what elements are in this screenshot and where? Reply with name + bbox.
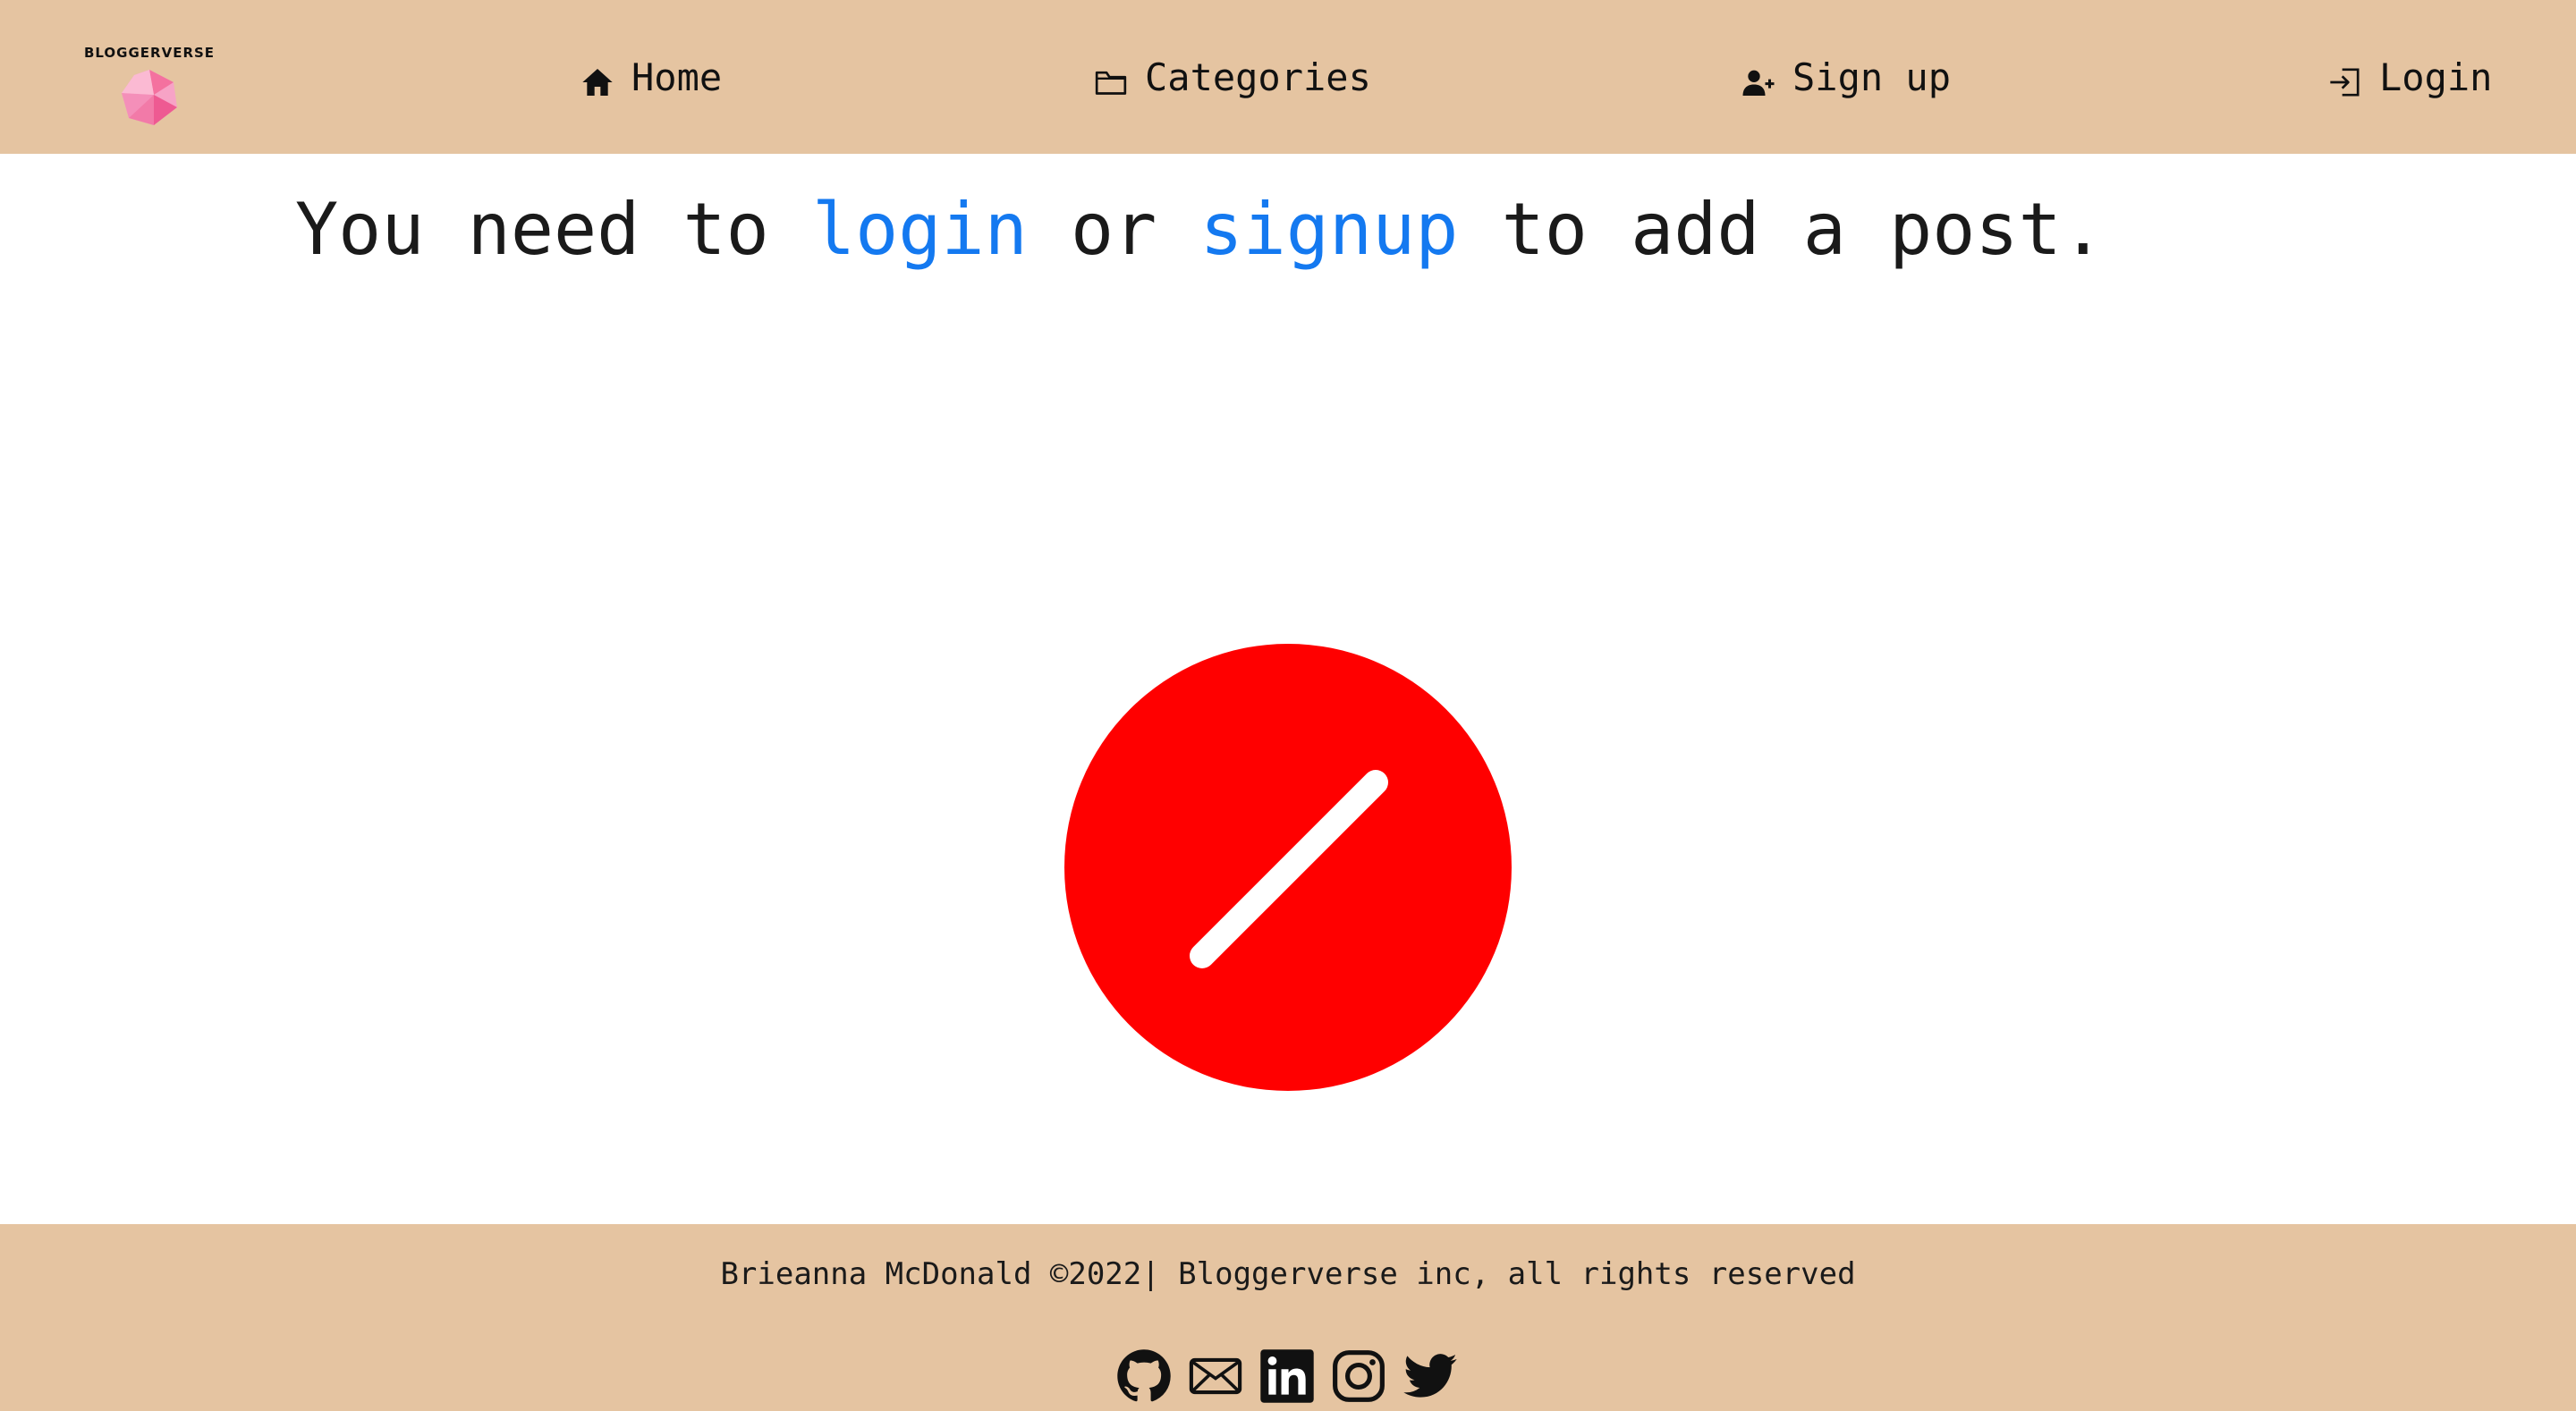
- auth-required-message: You need to login or signup to add a pos…: [295, 188, 2105, 271]
- copyright-text: Brieanna McDonald ©2022| Bloggerverse in…: [720, 1256, 1856, 1292]
- message-suffix: to add a post.: [1458, 188, 2105, 271]
- site-header: BLOGGERVERSE Home Categories Sign up Log…: [0, 0, 2576, 154]
- social-links: [1116, 1348, 1458, 1404]
- instagram-icon[interactable]: [1331, 1348, 1386, 1404]
- nav-login-label: Login: [2379, 55, 2493, 99]
- user-plus-icon: [1739, 63, 1778, 102]
- nav-login[interactable]: Login: [2326, 50, 2492, 104]
- mail-icon[interactable]: [1188, 1348, 1243, 1404]
- nav-home-label: Home: [631, 55, 723, 99]
- nav-categories[interactable]: Categories: [1091, 50, 1371, 104]
- signup-link[interactable]: signup: [1199, 188, 1458, 271]
- nav-signup-label: Sign up: [1792, 55, 1952, 99]
- brand-logo[interactable]: BLOGGERVERSE: [82, 45, 216, 125]
- site-footer: Brieanna McDonald ©2022| Bloggerverse in…: [0, 1224, 2576, 1411]
- nav-home[interactable]: Home: [578, 50, 722, 104]
- github-icon[interactable]: [1116, 1348, 1172, 1404]
- twitter-icon[interactable]: [1402, 1348, 1458, 1404]
- nav-categories-label: Categories: [1145, 55, 1371, 99]
- login-icon: [2326, 63, 2365, 102]
- folder-icon: [1091, 63, 1131, 102]
- pink-gem-icon: [122, 70, 177, 125]
- message-middle: or: [1027, 188, 1200, 271]
- message-prefix: You need to: [295, 188, 812, 271]
- brand-name: BLOGGERVERSE: [83, 45, 216, 61]
- linkedin-icon[interactable]: [1259, 1348, 1315, 1404]
- login-link[interactable]: login: [812, 188, 1028, 271]
- nav-signup[interactable]: Sign up: [1739, 50, 1951, 104]
- home-icon: [578, 63, 617, 102]
- forbidden-icon: [1064, 644, 1512, 1091]
